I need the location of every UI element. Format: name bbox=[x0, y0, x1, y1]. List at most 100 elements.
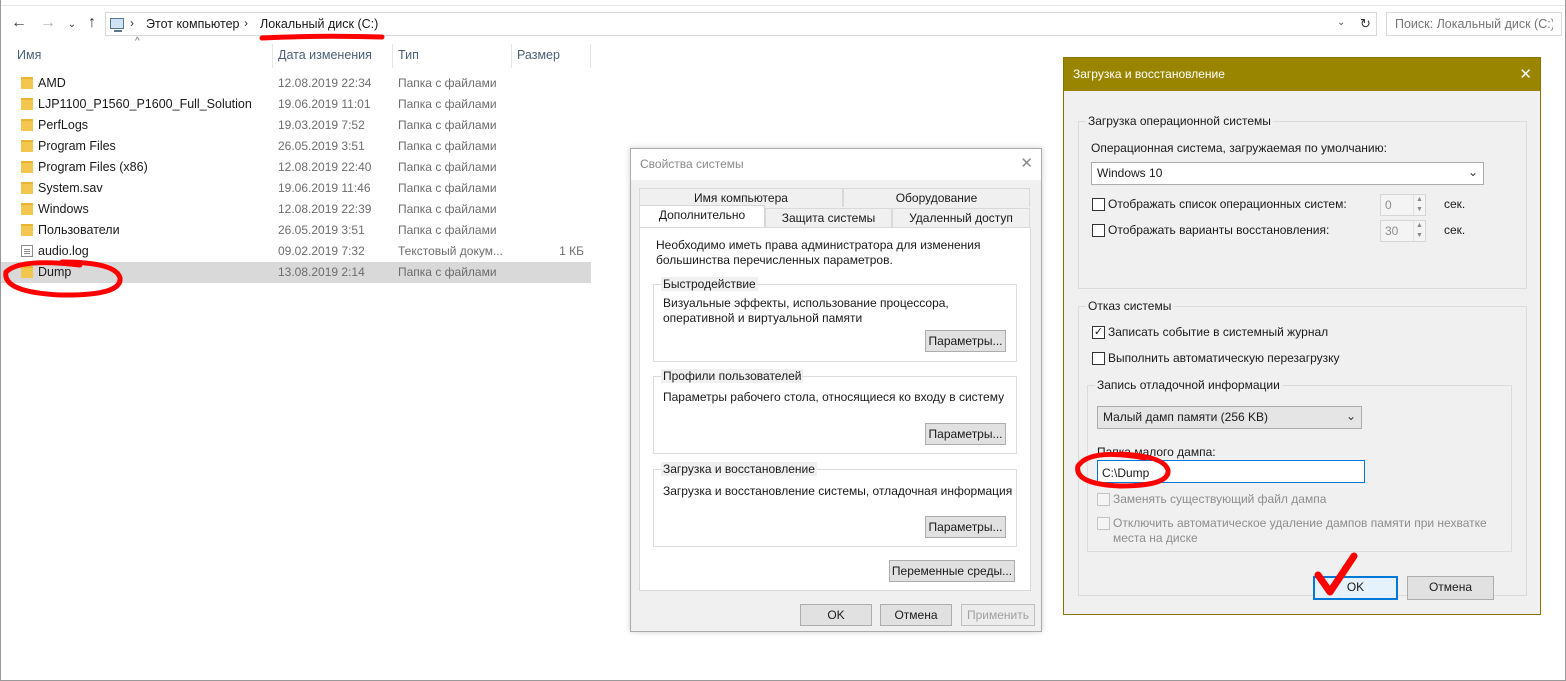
tab-system-protection[interactable]: Защита системы bbox=[765, 208, 892, 227]
group-label: Запись отладочной информации bbox=[1095, 378, 1282, 392]
disable-autodelete-label: Отключить автоматическое удаление дампов… bbox=[1113, 516, 1487, 545]
file-date: 13.08.2019 2:14 bbox=[278, 265, 365, 279]
column-header-size[interactable]: Размер bbox=[511, 44, 591, 68]
user-profiles-settings-button[interactable]: Параметры... bbox=[925, 423, 1006, 445]
write-event-checkbox[interactable]: ✓ bbox=[1092, 326, 1105, 339]
disable-autodelete-checkbox[interactable] bbox=[1097, 517, 1110, 530]
cancel-button[interactable]: Отмена bbox=[880, 604, 952, 626]
file-size: 1 КБ bbox=[559, 244, 584, 258]
seconds-label: сек. bbox=[1444, 223, 1466, 237]
performance-group: Быстродействие Визуальные эффекты, испол… bbox=[653, 277, 1017, 362]
breadcrumb-this-pc[interactable]: Этот компьютер bbox=[146, 17, 239, 31]
column-header-type[interactable]: Тип bbox=[392, 44, 512, 68]
stepper-value: 30 bbox=[1385, 224, 1399, 238]
apply-button[interactable]: Применить bbox=[961, 604, 1035, 626]
folder-icon bbox=[21, 140, 33, 152]
ok-button[interactable]: OK bbox=[1313, 576, 1398, 600]
column-header-date[interactable]: Дата изменения bbox=[272, 44, 393, 68]
search-input[interactable] bbox=[1386, 12, 1562, 36]
file-date: 19.06.2019 11:46 bbox=[278, 181, 371, 195]
address-bar[interactable]: › Этот компьютер › Локальный диск (C:) bbox=[105, 12, 1377, 36]
overwrite-dump-checkbox[interactable] bbox=[1097, 493, 1110, 506]
chevron-down-icon: ⌄ bbox=[1467, 165, 1478, 179]
column-header-name[interactable]: Имя bbox=[11, 44, 273, 68]
ribbon-edge bbox=[1, 0, 1565, 6]
chevron-right-icon[interactable]: › bbox=[244, 16, 248, 30]
dump-type-dropdown[interactable]: Малый дамп памяти (256 KB) ⌄ bbox=[1097, 406, 1362, 429]
file-list-item[interactable]: audio.log 09.02.2019 7:32 Текстовый докум.… bbox=[1, 241, 591, 262]
folder-icon bbox=[21, 77, 33, 89]
file-list-item[interactable]: Program Files (x86) 12.08.2019 22:40 Папка… bbox=[1, 157, 591, 178]
text-file-icon bbox=[21, 245, 33, 257]
file-list-item[interactable]: Program Files 26.05.2019 3:51 Папка с файл… bbox=[1, 136, 591, 157]
startup-recovery-settings-button[interactable]: Параметры... bbox=[925, 516, 1006, 538]
file-name: PerfLogs bbox=[38, 118, 89, 132]
show-recovery-checkbox[interactable] bbox=[1092, 224, 1105, 237]
group-label: Загрузка и восстановление bbox=[661, 462, 817, 476]
group-description: Загрузка и восстановление системы, отлад… bbox=[663, 484, 1013, 498]
seconds-label: сек. bbox=[1444, 197, 1466, 211]
close-icon[interactable]: ✕ bbox=[1519, 67, 1532, 83]
file-date: 19.06.2019 11:01 bbox=[278, 97, 371, 111]
tab-page-advanced: Необходимо иметь права администратора дл… bbox=[639, 227, 1031, 591]
spin-up-icon[interactable]: ▲ bbox=[1413, 195, 1425, 205]
group-description: Визуальные эффекты, использование процес… bbox=[663, 296, 949, 325]
breadcrumb-local-disk[interactable]: Локальный диск (C:) bbox=[260, 17, 378, 31]
back-arrow-icon[interactable]: ← bbox=[10, 14, 28, 32]
refresh-icon[interactable]: ↻ bbox=[1355, 12, 1377, 36]
tab-remote[interactable]: Удаленный доступ bbox=[892, 208, 1030, 227]
dump-path-input[interactable] bbox=[1097, 460, 1365, 483]
cancel-button[interactable]: Отмена bbox=[1407, 576, 1494, 600]
chevron-right-icon[interactable]: › bbox=[130, 16, 134, 30]
up-arrow-icon[interactable]: ↑ bbox=[83, 14, 101, 32]
tab-advanced[interactable]: Дополнительно bbox=[639, 205, 765, 227]
default-os-dropdown[interactable]: Windows 10 ⌄ bbox=[1091, 162, 1484, 185]
file-type: Папка с файлами bbox=[398, 139, 497, 153]
spin-up-icon[interactable]: ▲ bbox=[1413, 221, 1425, 231]
auto-restart-checkbox[interactable] bbox=[1092, 352, 1105, 365]
show-os-list-checkbox[interactable] bbox=[1092, 198, 1105, 211]
recent-locations-chevron-icon[interactable]: ⌄ bbox=[63, 16, 81, 34]
performance-settings-button[interactable]: Параметры... bbox=[925, 330, 1006, 352]
file-name: Пользователи bbox=[38, 223, 120, 237]
navigation-bar: ← → ⌄ ↑ › Этот компьютер › Локальный дис… bbox=[1, 8, 1565, 38]
folder-icon bbox=[21, 119, 33, 131]
environment-variables-button[interactable]: Переменные среды... bbox=[889, 560, 1015, 582]
close-icon[interactable]: ✕ bbox=[1020, 156, 1033, 172]
file-list-item[interactable]: Пользователи 26.05.2019 3:51 Папка с файла… bbox=[1, 220, 591, 241]
file-list-item[interactable]: Windows 12.08.2019 22:39 Папка с файлами bbox=[1, 199, 591, 220]
this-pc-icon bbox=[110, 18, 124, 32]
group-label: Быстродействие bbox=[661, 277, 758, 291]
file-list-item[interactable]: LJP1100_P1560_P1600_Full_Solution 19.06.2… bbox=[1, 94, 591, 115]
address-history-dropdown-icon[interactable]: ⌄ bbox=[1337, 17, 1345, 28]
file-name: Program Files bbox=[38, 139, 116, 153]
file-date: 26.05.2019 3:51 bbox=[278, 139, 365, 153]
file-name: LJP1100_P1560_P1600_Full_Solution bbox=[38, 97, 252, 111]
tab-hardware[interactable]: Оборудование bbox=[843, 188, 1030, 207]
system-startup-group: Загрузка операционной системы Операционн… bbox=[1078, 114, 1527, 289]
chevron-down-icon: ⌄ bbox=[1345, 409, 1356, 423]
file-type: Папка с файлами bbox=[398, 181, 497, 195]
file-name: AMD bbox=[38, 76, 66, 90]
file-date: 12.08.2019 22:39 bbox=[278, 202, 372, 216]
file-date: 19.03.2019 7:52 bbox=[278, 118, 365, 132]
spin-down-icon[interactable]: ▼ bbox=[1413, 205, 1425, 215]
file-list-item[interactable]: Dump 13.08.2019 2:14 Папка с файлами bbox=[1, 262, 591, 283]
group-description: Параметры рабочего стола, относящиеся ко… bbox=[663, 390, 1005, 404]
folder-icon bbox=[21, 182, 33, 194]
file-list-item[interactable]: AMD 12.08.2019 22:34 Папка с файлами bbox=[1, 73, 591, 94]
forward-arrow-icon[interactable]: → bbox=[39, 14, 57, 32]
file-list-item[interactable]: PerfLogs 19.03.2019 7:52 Папка с файлами bbox=[1, 115, 591, 136]
group-label: Отказ системы bbox=[1086, 299, 1174, 313]
show-os-list-seconds-stepper[interactable]: 0 ▲ ▼ bbox=[1380, 194, 1426, 216]
dialog-title: Загрузка и восстановление bbox=[1064, 58, 1540, 91]
file-date: 12.08.2019 22:40 bbox=[278, 160, 372, 174]
file-date: 26.05.2019 3:51 bbox=[278, 223, 365, 237]
debug-info-group: Запись отладочной информации Малый дамп … bbox=[1087, 378, 1512, 552]
stepper-value: 0 bbox=[1385, 198, 1392, 212]
spin-down-icon[interactable]: ▼ bbox=[1413, 231, 1425, 241]
folder-icon bbox=[21, 224, 33, 236]
file-list-item[interactable]: System.sav 19.06.2019 11:46 Папка с файлам… bbox=[1, 178, 591, 199]
ok-button[interactable]: OK bbox=[800, 604, 872, 626]
show-recovery-seconds-stepper[interactable]: 30 ▲ ▼ bbox=[1380, 220, 1426, 242]
